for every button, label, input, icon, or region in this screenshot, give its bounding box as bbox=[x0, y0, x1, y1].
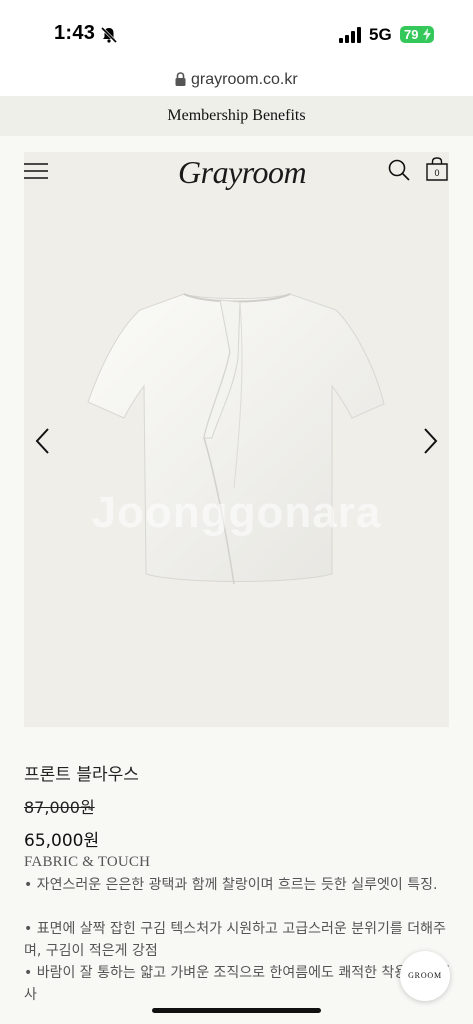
fabric-section-title: FABRIC & TOUCH bbox=[24, 854, 151, 870]
groom-floating-button[interactable]: GROOM bbox=[400, 951, 450, 1001]
lock-icon bbox=[175, 72, 186, 86]
site-header-spacer bbox=[0, 136, 473, 152]
product-image-blouse[interactable] bbox=[84, 288, 390, 588]
network-type: 5G bbox=[369, 25, 392, 44]
status-time: 1:43 bbox=[54, 22, 96, 44]
home-indicator bbox=[152, 1008, 321, 1013]
site-logo[interactable]: Grayroom bbox=[178, 154, 307, 191]
chevron-right-icon[interactable] bbox=[420, 427, 440, 455]
product-name: 프론트 블라우스 bbox=[24, 765, 139, 785]
cellular-signal-icon bbox=[339, 27, 361, 43]
description-item: • 표면에 살짝 잡힌 구김 텍스처가 시원하고 고급스러운 분위기를 더해주며… bbox=[24, 921, 446, 959]
description-item: • 바람이 잘 통하는 얇고 가벼운 조직으로 한여름에도 쾌적한 착용감을 선… bbox=[24, 965, 451, 1003]
charging-bolt-icon bbox=[423, 28, 431, 41]
url-text[interactable]: grayroom.co.kr bbox=[191, 71, 298, 89]
watermark: Joonggonara bbox=[91, 488, 382, 537]
search-icon[interactable] bbox=[388, 159, 410, 181]
original-price: 87,000원 bbox=[24, 798, 95, 817]
battery-indicator: 79 bbox=[400, 26, 434, 43]
description-item: • 자연스러운 은은한 광택과 함께 찰랑이며 흐르는 듯한 실루엣이 특징. bbox=[24, 877, 438, 893]
sale-price: 65,000원 bbox=[24, 831, 100, 851]
cart-count: 0 bbox=[434, 168, 440, 178]
chevron-left-icon[interactable] bbox=[33, 427, 53, 455]
menu-icon[interactable] bbox=[24, 162, 48, 180]
membership-benefits-link[interactable]: Membership Benefits bbox=[0, 96, 473, 136]
battery-level: 79 bbox=[404, 27, 419, 42]
bell-muted-icon bbox=[100, 26, 118, 44]
